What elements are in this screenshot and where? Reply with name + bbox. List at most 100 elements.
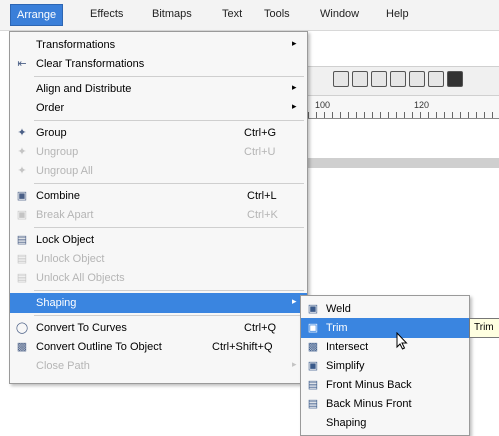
menu-item-convert-outline[interactable]: ▩ Convert Outline To Object Ctrl+Shift+Q [10,337,307,357]
menu-item-label: Transformations [36,39,116,51]
shaping-submenu: ▣ Weld ▣ Trim ▩ Intersect ▣ Simplify ▤ F… [300,295,470,436]
shortcut-label: Ctrl+U [244,146,276,158]
toolbar-button-1[interactable] [333,71,349,87]
menu-bitmaps[interactable]: Bitmaps [152,8,192,20]
submenu-item-back-minus-front[interactable]: ▤ Back Minus Front [301,394,469,414]
submenu-item-label: Back Minus Front [326,398,412,410]
shortcut-label: Ctrl+K [247,209,278,221]
front-minus-back-icon: ▤ [307,379,319,391]
toolbar-button-7[interactable] [447,71,463,87]
convert-outline-icon: ▩ [16,341,28,353]
submenu-item-label: Intersect [326,341,369,353]
menu-item-unlock-all[interactable]: ▤ Unlock All Objects [10,268,307,288]
menu-help[interactable]: Help [386,8,409,20]
menu-item-label: Convert Outline To Object [36,341,162,353]
shortcut-label: Ctrl+L [247,190,277,202]
menu-item-align-distribute[interactable]: Align and Distribute ▸ [10,79,307,99]
group-icon: ✦ [17,127,27,139]
intersect-icon: ▩ [307,341,319,353]
canvas-band [300,158,499,168]
menu-item-label: Clear Transformations [36,58,145,70]
submenu-item-front-minus-back[interactable]: ▤ Front Minus Back [301,375,469,395]
shortcut-label: Ctrl+G [244,127,277,139]
shortcut-label: Ctrl+Shift+Q [212,341,273,353]
menu-item-label: Break Apart [36,209,94,221]
lock-icon: ▤ [16,234,28,246]
menu-item-transformations[interactable]: Transformations ▸ [10,35,307,55]
ruler-label-120: 120 [414,100,430,110]
weld-icon: ▣ [307,303,319,315]
ruler-ticks [300,112,499,118]
separator [34,227,304,228]
menu-item-close-path[interactable]: Close Path ▸ [10,356,307,376]
toolbar-button-3[interactable] [371,71,387,87]
arrange-menu: Transformations ▸ ⇤ Clear Transformation… [9,31,308,384]
simplify-icon: ▣ [307,360,319,372]
menu-item-label: Convert To Curves [36,322,127,334]
submenu-item-simplify[interactable]: ▣ Simplify [301,356,469,376]
combine-icon: ▣ [16,190,28,202]
shortcut-label: Ctrl+Q [244,322,277,334]
menu-text[interactable]: Text [222,8,242,20]
menu-item-ungroup-all[interactable]: ✦ Ungroup All [10,161,307,181]
menubar: Arrange Effects Bitmaps Text Tools Windo… [0,0,499,31]
submenu-item-trim[interactable]: ▣ Trim [301,318,469,338]
submenu-item-shaping-docker[interactable]: Shaping [301,413,469,433]
menu-item-shaping[interactable]: Shaping ▸ [10,293,307,313]
menu-item-label: Combine [36,190,81,202]
menu-item-label: Ungroup All [36,165,93,177]
break-apart-icon: ▣ [16,209,28,221]
toolbar-button-6[interactable] [428,71,444,87]
ungroup-icon: ✦ [17,146,27,158]
menu-item-ungroup[interactable]: ✦ Ungroup Ctrl+U [10,142,307,162]
submenu-item-label: Weld [326,303,351,315]
menu-item-label: Align and Distribute [36,83,132,95]
menu-item-label: Unlock Object [36,253,105,265]
submenu-item-label: Front Minus Back [326,379,412,391]
trim-icon: ▣ [307,322,319,334]
menu-item-order[interactable]: Order ▸ [10,98,307,118]
menu-item-convert-to-curves[interactable]: ◯ Convert To Curves Ctrl+Q [10,318,307,338]
mouse-cursor-icon [396,332,408,350]
submenu-arrow-icon: ▸ [292,82,297,92]
menu-effects[interactable]: Effects [90,8,123,20]
ungroup-all-icon: ✦ [17,165,27,177]
separator [34,290,304,291]
clear-transformations-icon: ⇤ [17,58,27,70]
menu-item-group[interactable]: ✦ Group Ctrl+G [10,123,307,143]
separator [34,120,304,121]
toolbar-button-4[interactable] [390,71,406,87]
separator [34,76,304,77]
submenu-item-label: Simplify [326,360,365,372]
menu-item-lock-object[interactable]: ▤ Lock Object [10,230,307,250]
unlock-all-icon: ▤ [16,272,28,284]
submenu-arrow-icon: ▸ [292,38,297,48]
menu-item-label: Order [36,102,65,114]
menu-item-combine[interactable]: ▣ Combine Ctrl+L [10,186,307,206]
menu-item-label: Close Path [36,360,90,372]
menu-item-clear-transformations[interactable]: ⇤ Clear Transformations [10,54,307,74]
submenu-item-intersect[interactable]: ▩ Intersect [301,337,469,357]
menu-item-label: Shaping [36,297,77,309]
submenu-item-label: Trim [326,322,348,334]
menu-tools[interactable]: Tools [264,8,290,20]
tooltip: Trim [469,318,499,338]
menu-arrange[interactable]: Arrange [10,4,64,26]
separator [34,183,304,184]
submenu-item-weld[interactable]: ▣ Weld [301,299,469,319]
menu-item-break-apart[interactable]: ▣ Break Apart Ctrl+K [10,205,307,225]
submenu-arrow-icon: ▸ [292,359,297,369]
menu-item-unlock-object[interactable]: ▤ Unlock Object [10,249,307,269]
menu-item-label: Lock Object [36,234,95,246]
submenu-arrow-icon: ▸ [292,101,297,111]
toolbar-button-5[interactable] [409,71,425,87]
submenu-arrow-icon: ▸ [292,296,297,306]
unlock-icon: ▤ [16,253,28,265]
submenu-item-label: Shaping [326,417,367,429]
ruler-label-100: 100 [315,100,331,110]
convert-curves-icon: ◯ [15,322,29,334]
toolbar-button-2[interactable] [352,71,368,87]
back-minus-front-icon: ▤ [307,398,319,410]
menu-window[interactable]: Window [320,8,359,20]
separator [34,315,304,316]
